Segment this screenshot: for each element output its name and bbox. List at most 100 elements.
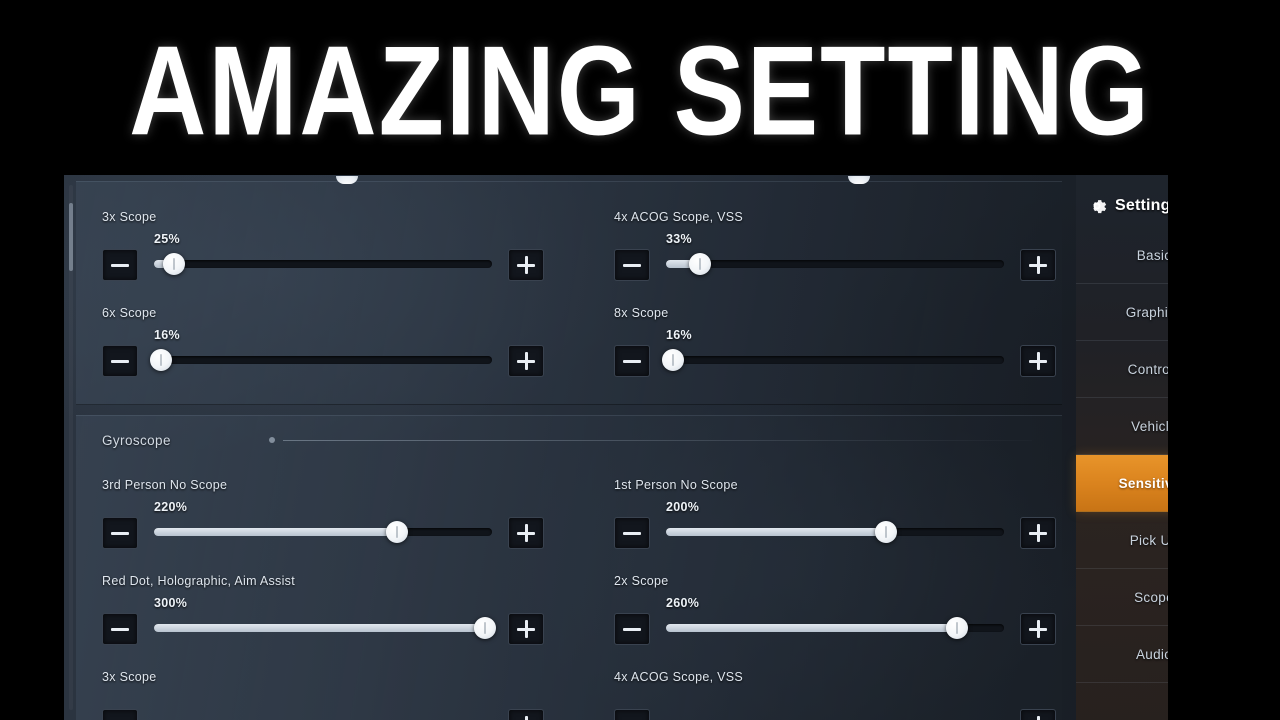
- decrease-button[interactable]: [614, 517, 650, 549]
- panel-camera-sensitivity: 3x Scope 25% 4x ACOG Scope, VSS 33% 6x Scope…: [76, 176, 1062, 405]
- slider-fill: [666, 528, 886, 536]
- slider-knob[interactable]: [874, 521, 897, 543]
- sensitivity-row-label: 6x Scope: [102, 306, 157, 320]
- increase-button[interactable]: [1020, 249, 1056, 281]
- sensitivity-row-label: 3x Scope: [102, 210, 157, 224]
- slider-knob[interactable]: [688, 253, 711, 275]
- increase-button[interactable]: [508, 613, 544, 645]
- slider-fill: [154, 624, 486, 632]
- slider-knob-cutoff[interactable]: [336, 176, 358, 184]
- increase-button[interactable]: [1020, 517, 1056, 549]
- panel-gyroscope: Gyroscope 3rd Person No Scope 220% 1st Per…: [76, 415, 1062, 720]
- sensitivity-slider[interactable]: [154, 617, 497, 639]
- sensitivity-row: 3x Scope: [102, 670, 544, 720]
- section-title: Gyroscope: [102, 432, 171, 448]
- sensitivity-slider[interactable]: [154, 253, 492, 275]
- sensitivity-row-label: 8x Scope: [614, 306, 669, 320]
- decrease-button[interactable]: [614, 709, 650, 720]
- slider-knob[interactable]: [386, 521, 409, 543]
- plus-icon: [524, 524, 528, 542]
- plus-icon: [1036, 352, 1040, 370]
- plus-icon: [1036, 716, 1040, 720]
- sensitivity-slider[interactable]: [666, 617, 1004, 639]
- scrollbar-thumb[interactable]: [69, 203, 73, 271]
- plus-icon: [524, 352, 528, 370]
- slider-knob[interactable]: [163, 253, 186, 275]
- section-divider-line: [282, 439, 1032, 441]
- slider-knob[interactable]: [945, 617, 968, 639]
- increase-button[interactable]: [508, 517, 544, 549]
- screenshot-stage: AMAZING SETTING 3x Scope 25% 4x ACOG Scope…: [0, 0, 1280, 720]
- sidebar-item-label: Basic: [1136, 247, 1172, 263]
- sensitivity-row-label: 1st Person No Scope: [614, 478, 738, 492]
- minus-icon: [623, 263, 641, 267]
- increase-button[interactable]: [508, 345, 544, 377]
- minus-icon: [111, 359, 129, 363]
- sensitivity-row-label: 4x ACOG Scope, VSS: [614, 670, 744, 684]
- plus-icon: [524, 620, 528, 638]
- decrease-button[interactable]: [614, 249, 650, 281]
- sensitivity-slider[interactable]: [149, 349, 492, 371]
- sensitivity-row: 2x Scope 260%: [614, 574, 1056, 652]
- slider-knob[interactable]: [149, 349, 172, 371]
- sensitivity-value: 220%: [154, 500, 188, 514]
- sensitivity-slider[interactable]: [666, 253, 1004, 275]
- video-title-banner: AMAZING SETTING: [0, 0, 1280, 175]
- letterbox-left: [0, 0, 64, 720]
- sensitivity-value: 25%: [154, 232, 180, 246]
- sensitivity-row-label: 4x ACOG Scope, VSS: [614, 210, 744, 224]
- slider-knob[interactable]: [474, 617, 497, 639]
- sensitivity-row: 3rd Person No Scope 220%: [102, 478, 544, 556]
- gyroscope-section-header: Gyroscope: [102, 432, 1032, 448]
- minus-icon: [111, 263, 129, 267]
- letterbox-right: [1168, 0, 1280, 720]
- sensitivity-row: 1st Person No Scope 200%: [614, 478, 1056, 556]
- decrease-button[interactable]: [614, 345, 650, 377]
- plus-icon: [1036, 524, 1040, 542]
- increase-button[interactable]: [508, 249, 544, 281]
- gear-icon: [1093, 200, 1107, 214]
- slider-knob[interactable]: [661, 349, 684, 371]
- decrease-button[interactable]: [102, 709, 138, 720]
- sensitivity-slider[interactable]: [154, 521, 492, 543]
- settings-content-area: 3x Scope 25% 4x ACOG Scope, VSS 33% 6x Scope…: [64, 175, 1074, 720]
- slider-fill: [666, 624, 957, 632]
- decrease-button[interactable]: [102, 613, 138, 645]
- decrease-button[interactable]: [102, 249, 138, 281]
- sensitivity-row: Red Dot, Holographic, Aim Assist 300%: [102, 574, 544, 652]
- plus-icon: [1036, 620, 1040, 638]
- plus-icon: [524, 716, 528, 720]
- sensitivity-value: 33%: [666, 232, 692, 246]
- plus-icon: [524, 256, 528, 274]
- increase-button[interactable]: [1020, 345, 1056, 377]
- decrease-button[interactable]: [614, 613, 650, 645]
- section-marker-dot: [268, 437, 275, 443]
- sensitivity-row: 4x ACOG Scope, VSS: [614, 670, 1056, 720]
- game-settings-screen: 3x Scope 25% 4x ACOG Scope, VSS 33% 6x Scope…: [64, 175, 1232, 720]
- page-title: AMAZING SETTING: [129, 18, 1151, 162]
- minus-icon: [623, 531, 641, 535]
- plus-icon: [1036, 256, 1040, 274]
- sensitivity-row-label: 3rd Person No Scope: [102, 478, 228, 492]
- decrease-button[interactable]: [102, 517, 138, 549]
- minus-icon: [111, 531, 129, 535]
- sensitivity-row: 4x ACOG Scope, VSS 33%: [614, 210, 1056, 288]
- increase-button[interactable]: [1020, 709, 1056, 720]
- sensitivity-row: 3x Scope 25%: [102, 210, 544, 288]
- sensitivity-slider[interactable]: [666, 521, 1004, 543]
- sensitivity-value: 16%: [154, 328, 180, 342]
- sensitivity-row: 6x Scope 16%: [102, 306, 544, 384]
- increase-button[interactable]: [1020, 613, 1056, 645]
- minus-icon: [111, 627, 129, 631]
- minus-icon: [623, 359, 641, 363]
- decrease-button[interactable]: [102, 345, 138, 377]
- sensitivity-slider[interactable]: [661, 349, 1004, 371]
- slider-fill: [154, 528, 398, 536]
- slider-knob-cutoff[interactable]: [848, 176, 870, 184]
- increase-button[interactable]: [508, 709, 544, 720]
- minus-icon: [623, 627, 641, 631]
- sensitivity-value: 300%: [154, 596, 188, 610]
- sensitivity-value: 16%: [666, 328, 692, 342]
- sensitivity-row: 8x Scope 16%: [614, 306, 1056, 384]
- sensitivity-row-label: 3x Scope: [102, 670, 157, 684]
